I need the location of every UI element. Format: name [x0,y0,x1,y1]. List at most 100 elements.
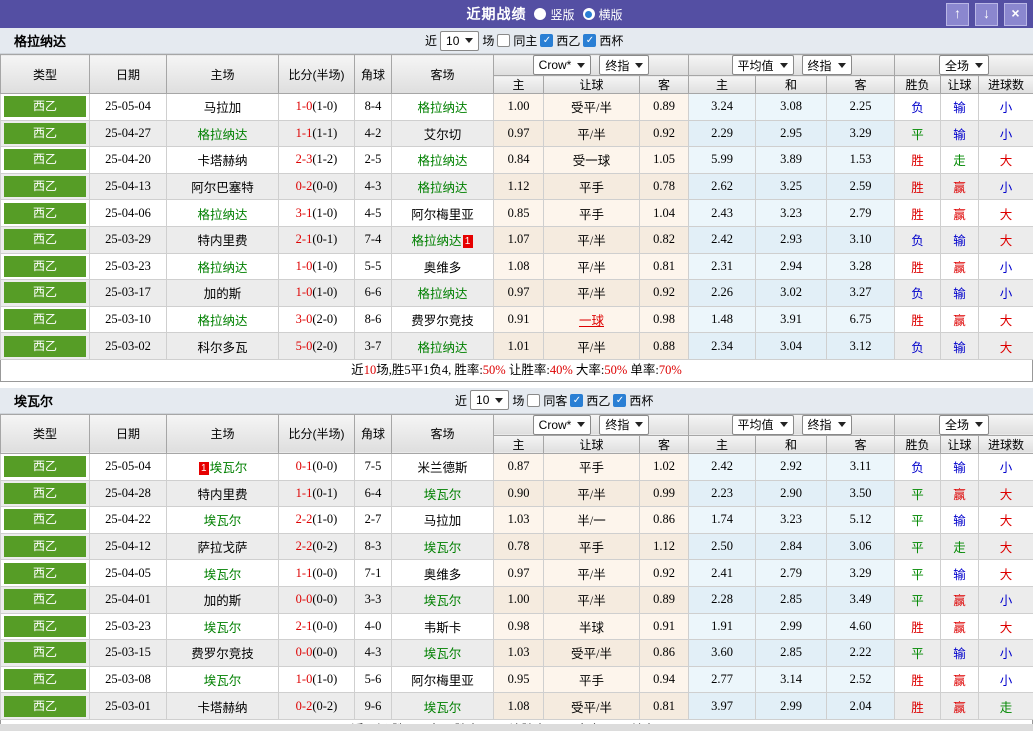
cell-result-handicap: 赢 [940,692,980,720]
same-venue-checkbox[interactable] [497,34,511,47]
match-row: 西乙 25-03-23 埃瓦尔 2-1(0-0) 4-0 韦斯卡 0.98 半球 0.91 1.9… [0,612,1033,641]
team-filter-row: 格拉纳达 近 10 场 同主 ✓ 西乙 ✓ 西杯 [0,28,1033,54]
horizontal-scrollbar[interactable] [0,724,1033,731]
col-header-avg-draw: 和 [755,75,828,94]
cell-result-wdl: 平 [894,639,942,667]
handicap-link[interactable]: 一球 [579,314,604,328]
chevron-down-icon [577,422,586,428]
odds-stage-select[interactable]: 终指 [599,55,650,75]
cell-avg-draw-odds: 2.93 [755,225,828,254]
cell-result-wdl: 胜 [894,199,942,227]
bookmaker-select[interactable]: Crow* [532,55,592,75]
fulltime-score: 1-0 [295,258,313,273]
halftime-score: (0-0) [312,179,338,194]
scope-select[interactable]: 全场 [939,55,990,75]
cell-result-handicap: 输 [940,225,980,254]
radio-horizontal-icon[interactable] [582,8,595,20]
cell-result-wdl: 负 [894,452,942,481]
col-header-away: 客场 [391,54,494,94]
close-button[interactable]: × [1004,3,1027,26]
cell-crow-home-odds: 0.87 [493,452,544,481]
cell-avg-home-odds: 2.31 [688,252,757,281]
layout-vertical-option[interactable]: 竖版 [534,6,575,23]
col-header-result-handicap: 让球 [940,75,980,94]
radio-vertical-icon[interactable] [534,8,547,20]
odds-stage-select-2[interactable]: 终指 [801,55,852,75]
match-row: 西乙 25-04-12 萨拉戈萨 2-2(0-2) 8-3 埃瓦尔 0.78 平手 1.12 2.… [0,532,1033,561]
halftime-score: (0-0) [312,645,338,660]
odds-stage-select[interactable]: 终指 [599,414,650,435]
cell-away-team: 奥维多 [391,559,494,587]
chevron-down-icon [635,422,644,428]
cell-crow-home-odds: 1.07 [493,225,544,254]
radio-horizontal-label[interactable]: 横版 [599,6,623,23]
same-venue-checkbox[interactable] [527,393,541,407]
team-name: 格拉纳达 [14,34,67,49]
league-checkbox[interactable]: ✓ [570,393,584,407]
cell-score: 2-2(1-0) [278,506,355,534]
cell-corner: 7-4 [354,225,392,254]
match-row: 西乙 25-03-17 加的斯 1-0(1-0) 6-6 格拉纳达 0.97 平/半 0.92 2… [0,279,1033,307]
cup-checkbox[interactable]: ✓ [613,393,627,407]
competition-badge: 西乙 [4,282,86,304]
match-count-select[interactable]: 10 [440,30,480,51]
cell-crow-away-odds: 1.02 [638,452,690,481]
col-header-date: 日期 [89,413,167,454]
cell-away-team: 奥维多 [391,252,494,281]
halftime-score: (1-2) [312,152,338,167]
cell-away-team: 格拉纳达 [391,93,494,121]
move-up-button[interactable]: ↑ [946,3,969,26]
cell-result-handicap: 输 [940,452,980,481]
average-group-header: 平均值 终指 [688,413,896,436]
cell-corner: 2-5 [354,146,392,174]
cell-home-team: 格拉纳达 [166,305,279,334]
cell-home-team: 埃瓦尔 [166,506,279,534]
cell-score: 3-1(1-0) [278,199,355,227]
radio-vertical-label[interactable]: 竖版 [550,6,574,23]
cell-result-wdl: 平 [894,532,942,561]
match-row: 西乙 25-03-29 特内里费 2-1(0-1) 7-4 格拉纳达 1 1.07 平/半 0.8… [0,225,1033,254]
halftime-score: (1-0) [312,671,338,686]
odds-stage-select-2[interactable]: 终指 [801,414,852,435]
cell-away-team: 阿尔梅里亚 [391,199,494,227]
match-count-value: 10 [446,33,460,48]
league-checkbox[interactable]: ✓ [540,34,554,47]
cell-avg-home-odds: 2.23 [688,479,757,508]
cell-competition: 西乙 [0,506,90,534]
cell-competition: 西乙 [0,479,90,508]
cell-away-team: 米兰德斯 [391,452,494,481]
scope-select[interactable]: 全场 [939,414,990,435]
fulltime-score: 2-1 [295,618,313,633]
cell-avg-draw-odds: 3.04 [755,332,828,360]
cell-crow-away-odds: 0.92 [638,279,690,307]
move-down-button[interactable]: ↓ [975,3,998,26]
cell-avg-home-odds: 2.43 [688,199,757,227]
cup-checkbox[interactable]: ✓ [583,34,597,47]
halftime-score: (1-1) [312,125,338,140]
cell-avg-away-odds: 3.49 [826,585,896,614]
cell-score: 0-0(0-0) [278,585,355,614]
cell-result-wdl: 胜 [894,692,942,720]
halftime-score: (1-0) [312,205,338,220]
average-select[interactable]: 平均值 [731,414,794,435]
match-count-select[interactable]: 10 [470,390,510,411]
average-select[interactable]: 平均值 [731,55,794,75]
layout-horizontal-option[interactable]: 横版 [582,6,623,23]
cell-result-goals: 小 [978,172,1033,201]
halftime-score: (0-2) [312,539,338,554]
cell-corner: 9-6 [354,692,392,720]
cell-avg-away-odds: 2.79 [826,199,896,227]
cell-crow-home-odds: 0.78 [493,532,544,561]
cell-crow-handicap: 平手 [543,199,640,227]
cell-competition: 西乙 [0,172,90,201]
halftime-score: (0-0) [312,459,338,474]
fulltime-score: 1-1 [295,485,313,500]
col-header-avg-home: 主 [688,434,757,454]
cell-score: 0-2(0-0) [278,172,355,201]
cell-home-team: 卡塔赫纳 [166,692,279,720]
cell-result-handicap: 输 [940,332,980,360]
bookmaker-select[interactable]: Crow* [532,414,592,435]
cell-crow-handicap: 平手 [543,452,640,481]
cell-result-handicap: 赢 [940,172,980,201]
cell-corner: 7-5 [354,452,392,481]
